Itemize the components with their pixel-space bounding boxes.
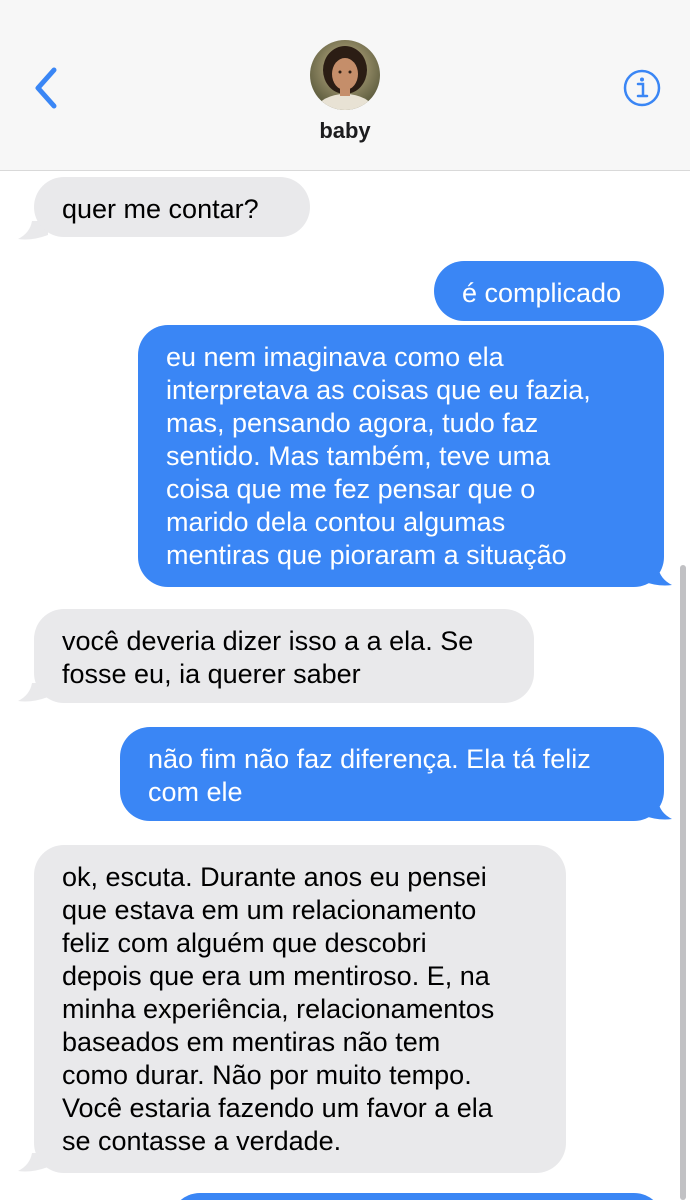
scrollbar[interactable]: [680, 565, 686, 1200]
message-bubble-incoming[interactable]: ok, escuta. Durante anos eu pensei que e…: [34, 845, 566, 1173]
back-button[interactable]: [24, 60, 68, 116]
message-bubble-outgoing[interactable]: eu nem imaginava como ela interpretava a…: [138, 325, 664, 587]
message-bubble-incoming[interactable]: você deveria dizer isso a a ela. Se foss…: [34, 609, 534, 703]
info-button[interactable]: [622, 68, 662, 108]
chevron-left-icon: [35, 67, 57, 109]
message-thread[interactable]: quer me contar? é complicado eu nem imag…: [0, 171, 690, 1200]
message-bubble-incoming[interactable]: quer me contar?: [34, 177, 310, 237]
contact-name[interactable]: baby: [0, 118, 690, 144]
message-bubble-outgoing[interactable]: é complicado: [434, 261, 664, 321]
message-bubble-outgoing[interactable]: não fim não faz diferença. Ela tá feliz …: [120, 727, 664, 821]
contact-avatar[interactable]: [310, 40, 380, 110]
conversation-header: baby: [0, 0, 690, 171]
info-circle-icon: [623, 69, 661, 107]
message-bubble-outgoing[interactable]: [170, 1193, 664, 1200]
